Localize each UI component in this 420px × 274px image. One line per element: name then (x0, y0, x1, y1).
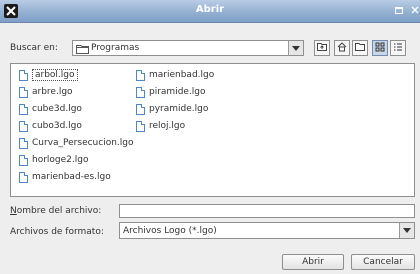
title-bar[interactable]: Abrir (0, 0, 420, 23)
lookin-value: Programas (91, 43, 140, 53)
restore-window-icon[interactable] (393, 5, 405, 17)
window-title: Abrir (195, 4, 225, 15)
chevron-down-icon[interactable] (399, 223, 414, 238)
filetype-label: Archivos de formato: (10, 227, 104, 237)
chevron-down-icon[interactable] (288, 41, 303, 55)
close-icon[interactable] (409, 5, 420, 17)
file-icon (136, 121, 145, 132)
file-icon (136, 87, 145, 98)
file-icon (19, 138, 28, 149)
file-icon (19, 155, 28, 166)
list-view-icon (375, 42, 385, 55)
open-button[interactable]: Abrir (282, 254, 344, 270)
details-view-icon (393, 42, 403, 55)
up-folder-icon (317, 42, 327, 54)
file-icon (19, 70, 28, 81)
lookin-combobox[interactable]: Programas (72, 40, 304, 56)
filename-label: Nombre del archivo: (10, 206, 102, 216)
file-icon (19, 87, 28, 98)
cancel-button[interactable]: Cancelar (351, 254, 415, 270)
details-view-button[interactable] (390, 40, 406, 56)
filetype-value: Archivos Logo (*.lgo) (123, 226, 217, 236)
home-icon (337, 41, 347, 55)
up-folder-button[interactable] (314, 40, 330, 56)
lookin-label: Buscar en: (10, 43, 58, 53)
filename-input[interactable] (119, 204, 415, 218)
file-list[interactable]: arbol.lgo arbre.lgo cube3d.lgo cubo3d.lg… (10, 63, 415, 197)
home-button[interactable] (334, 40, 350, 56)
file-icon (19, 172, 28, 183)
file-icon (19, 104, 28, 115)
file-icon (136, 70, 145, 81)
file-icon (136, 104, 145, 115)
list-view-button[interactable] (372, 40, 388, 56)
file-icon (19, 121, 28, 132)
folder-icon (76, 44, 89, 57)
new-folder-icon (355, 42, 365, 54)
new-folder-button[interactable] (352, 40, 368, 56)
filetype-combobox[interactable]: Archivos Logo (*.lgo) (119, 222, 415, 239)
